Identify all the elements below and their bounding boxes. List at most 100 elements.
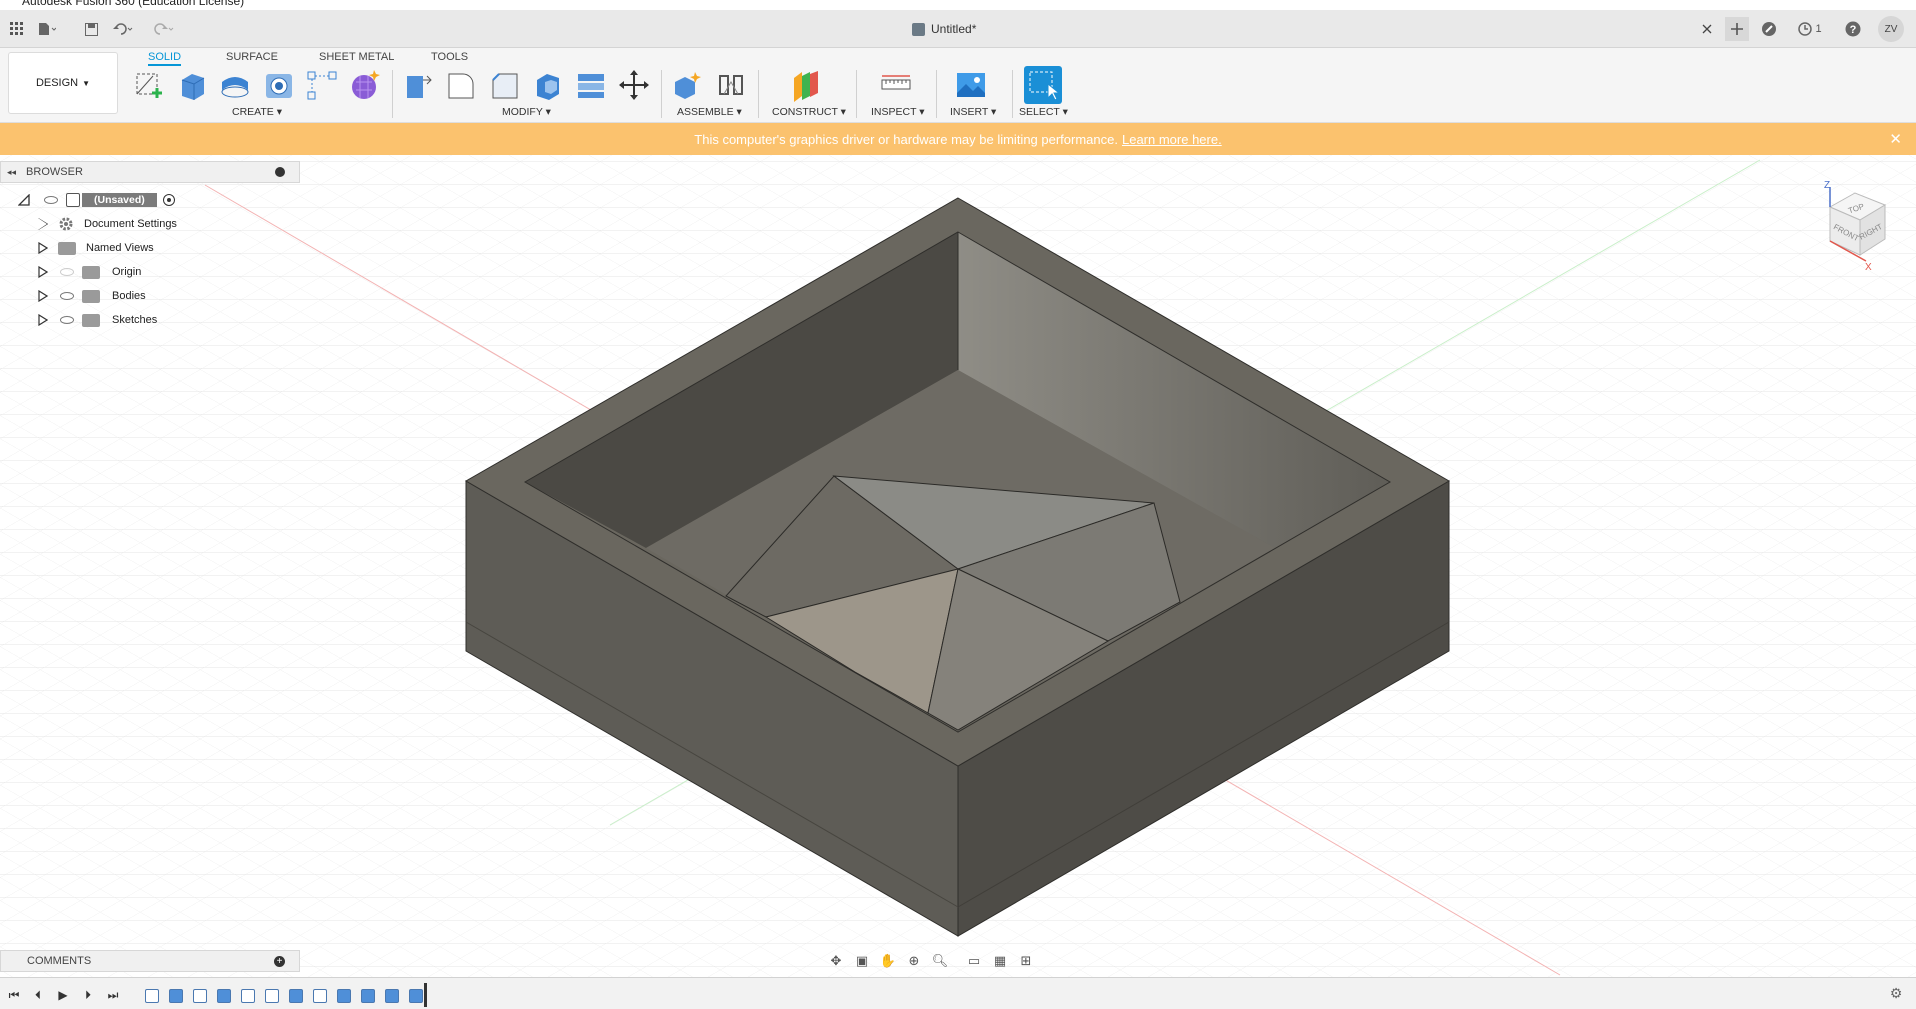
- timeline-combine-feature[interactable]: [409, 989, 423, 1003]
- redo-icon[interactable]: [153, 18, 175, 40]
- collapse-panel-icon[interactable]: ◂◂: [7, 167, 16, 178]
- play-icon[interactable]: ▶: [55, 988, 71, 1002]
- expand-triangle-icon[interactable]: [38, 314, 48, 326]
- job-count: 1: [1815, 23, 1822, 35]
- add-comment-icon[interactable]: +: [274, 956, 285, 967]
- pan-hand-icon[interactable]: ✋: [878, 952, 898, 970]
- timeline-loft-feature[interactable]: [289, 989, 303, 1003]
- new-tab-icon[interactable]: [1725, 17, 1749, 41]
- move-copy-icon[interactable]: [617, 68, 651, 102]
- tab-tools[interactable]: TOOLS: [431, 48, 468, 66]
- shell-icon[interactable]: [531, 68, 565, 102]
- look-at-icon[interactable]: ▣: [852, 952, 872, 970]
- step-forward-icon[interactable]: ⏵: [80, 988, 96, 1002]
- insert-group-label[interactable]: INSERT ▾: [950, 106, 996, 118]
- learn-more-link[interactable]: Learn more here.: [1122, 132, 1222, 147]
- tab-sheet-metal[interactable]: SHEET METAL: [319, 48, 394, 66]
- browser-header[interactable]: ◂◂ BROWSER: [0, 161, 300, 183]
- file-menu-icon[interactable]: [36, 18, 58, 40]
- browser-item-sketches[interactable]: Sketches: [38, 309, 157, 331]
- expanded-triangle-icon[interactable]: [18, 194, 30, 206]
- workspace-label: DESIGN: [35, 77, 79, 89]
- timeline-marker[interactable]: [424, 983, 427, 1007]
- assemble-group-label[interactable]: ASSEMBLE ▾: [677, 106, 742, 118]
- new-component-icon[interactable]: [671, 68, 705, 102]
- joint-icon[interactable]: [714, 68, 748, 102]
- browser-root-row[interactable]: (Unsaved): [18, 189, 175, 211]
- visibility-eye-icon[interactable]: [44, 196, 58, 204]
- orbit-icon[interactable]: ✥: [826, 952, 846, 970]
- create-group-label[interactable]: CREATE ▾: [232, 106, 282, 118]
- zoom-icon[interactable]: ⊕: [904, 952, 924, 970]
- fillet-icon[interactable]: [444, 68, 478, 102]
- undo-icon[interactable]: [112, 18, 134, 40]
- expand-triangle-icon[interactable]: [38, 290, 48, 302]
- performance-warning-banner: This computer's graphics driver or hardw…: [0, 123, 1916, 155]
- workspace-switcher[interactable]: DESIGN ▼: [8, 52, 118, 114]
- revolve-icon[interactable]: [218, 68, 252, 102]
- combine-icon[interactable]: [574, 68, 608, 102]
- extensions-icon[interactable]: [1758, 18, 1780, 40]
- extrude-icon[interactable]: [176, 68, 210, 102]
- timeline-extrude-feature[interactable]: [337, 989, 351, 1003]
- form-icon[interactable]: [348, 68, 382, 102]
- browser-item-bodies[interactable]: Bodies: [38, 285, 146, 307]
- timeline-sketch-feature[interactable]: [193, 989, 207, 1003]
- create-sketch-icon[interactable]: [133, 68, 167, 102]
- modify-group-label[interactable]: MODIFY ▾: [502, 106, 551, 118]
- fit-icon[interactable]: 🔍︎: [930, 952, 950, 970]
- timeline-shell-feature[interactable]: [361, 989, 375, 1003]
- timeline-extrude-feature[interactable]: [385, 989, 399, 1003]
- timeline-sketch-feature[interactable]: [313, 989, 327, 1003]
- banner-message: This computer's graphics driver or hardw…: [694, 131, 1118, 147]
- insert-image-icon[interactable]: [954, 68, 988, 102]
- press-pull-icon[interactable]: [401, 68, 435, 102]
- user-avatar[interactable]: ZV: [1878, 16, 1904, 42]
- browser-item-named-views[interactable]: Named Views: [38, 237, 154, 259]
- timeline-sketch-feature[interactable]: [265, 989, 279, 1003]
- chevron-down-icon: ▼: [82, 78, 91, 88]
- measure-icon[interactable]: [879, 68, 913, 102]
- tab-surface[interactable]: SURFACE: [226, 48, 278, 66]
- browser-item-origin[interactable]: Origin: [38, 261, 141, 283]
- select-icon[interactable]: [1024, 66, 1062, 104]
- data-panel-grid-icon[interactable]: [6, 18, 28, 40]
- display-settings-icon[interactable]: ▭: [964, 952, 984, 970]
- timeline-sketch-feature[interactable]: [241, 989, 255, 1003]
- select-group-label[interactable]: SELECT ▾: [1019, 106, 1068, 118]
- construct-group-label[interactable]: CONSTRUCT ▾: [772, 106, 846, 118]
- tab-solid[interactable]: SOLID: [148, 48, 182, 66]
- comments-panel[interactable]: COMMENTS +: [0, 950, 300, 972]
- timeline-sketch-feature[interactable]: [145, 989, 159, 1003]
- offset-plane-icon[interactable]: [790, 68, 824, 102]
- visibility-eye-icon[interactable]: [60, 292, 74, 300]
- visibility-eye-icon[interactable]: [60, 316, 74, 324]
- close-icon[interactable]: ✕: [1889, 130, 1902, 148]
- inspect-group-label[interactable]: INSPECT ▾: [871, 106, 925, 118]
- expand-triangle-icon[interactable]: [38, 242, 48, 254]
- document-tab[interactable]: Untitled*: [912, 18, 976, 40]
- timeline-settings-gear-icon[interactable]: ⚙: [1888, 985, 1904, 1001]
- timeline-extrude-feature[interactable]: [217, 989, 231, 1003]
- step-back-icon[interactable]: ⏴: [30, 988, 46, 1002]
- chamfer-icon[interactable]: [488, 68, 522, 102]
- root-component-label[interactable]: (Unsaved): [82, 193, 157, 207]
- close-tab-icon[interactable]: [1696, 18, 1718, 40]
- expand-triangle-icon[interactable]: [38, 266, 48, 278]
- browser-item-document-settings[interactable]: Document Settings: [38, 213, 177, 235]
- hole-icon[interactable]: [262, 68, 296, 102]
- expand-triangle-icon[interactable]: [38, 218, 47, 230]
- job-status-icon[interactable]: 1: [1794, 18, 1826, 40]
- activate-radio-icon[interactable]: [162, 194, 175, 206]
- grid-settings-icon[interactable]: ▦: [990, 952, 1010, 970]
- timeline-extrude-feature[interactable]: [169, 989, 183, 1003]
- go-to-end-icon[interactable]: ⏭: [105, 988, 121, 1002]
- pattern-icon[interactable]: [305, 68, 339, 102]
- viewports-icon[interactable]: ⊞: [1016, 952, 1036, 970]
- save-icon[interactable]: [80, 18, 102, 40]
- pin-icon[interactable]: [275, 167, 285, 177]
- view-cube[interactable]: TOP FRONT RIGHT Z X: [1800, 177, 1900, 287]
- help-icon[interactable]: ?: [1842, 18, 1864, 40]
- go-to-start-icon[interactable]: ⏮: [6, 988, 22, 1002]
- hidden-eye-icon[interactable]: [60, 268, 74, 276]
